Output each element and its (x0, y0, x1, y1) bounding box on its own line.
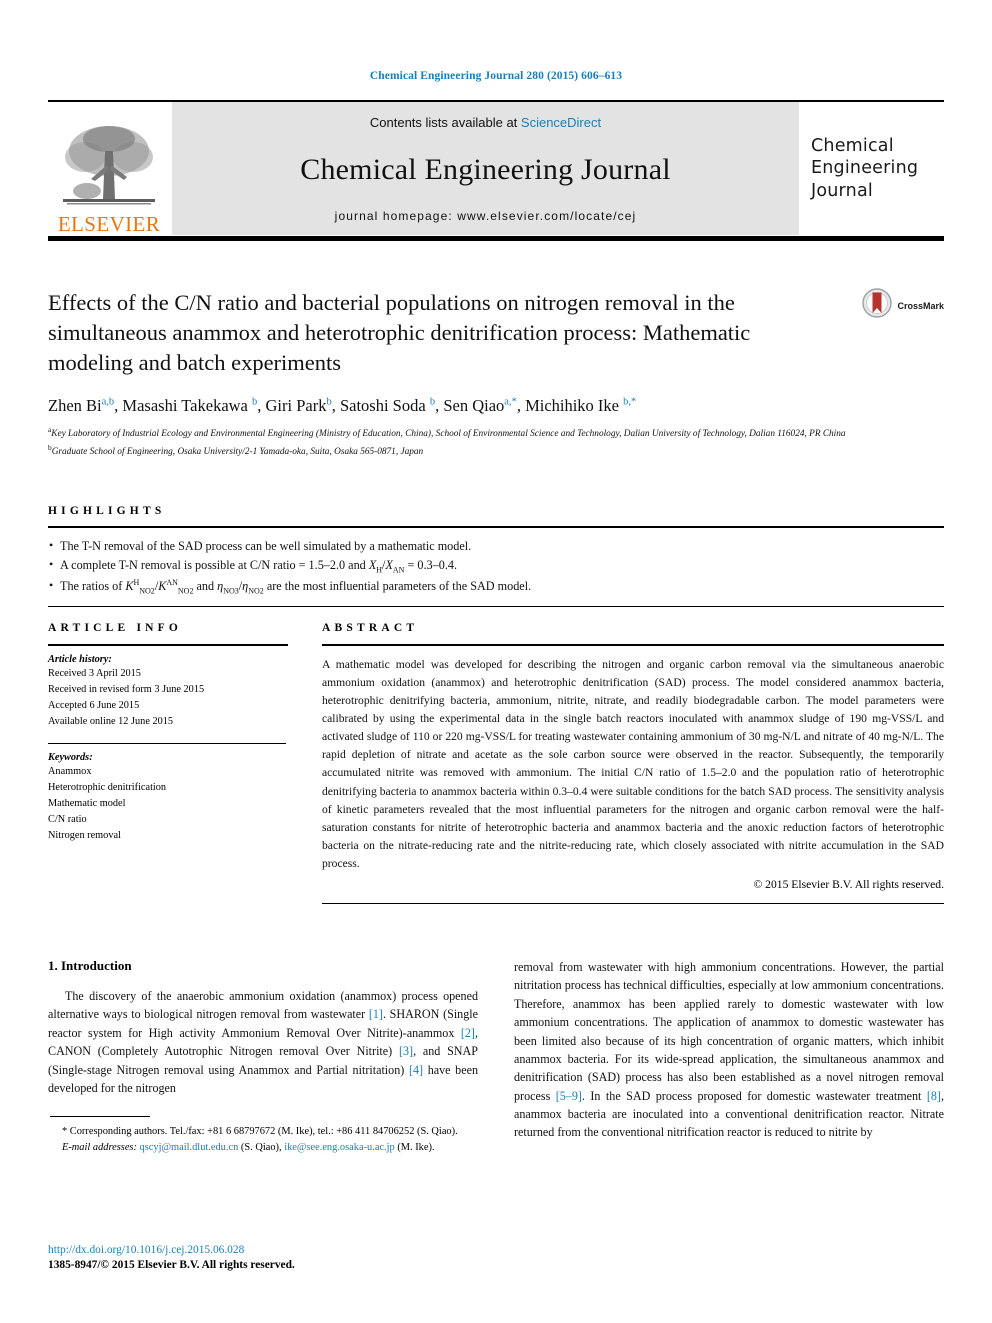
author-6: Michihiko Ike b,* (525, 395, 637, 415)
intro-paragraph-left: The discovery of the anaerobic ammonium … (48, 989, 478, 1095)
citation-ref-8[interactable]: [8] (927, 1089, 941, 1103)
footnote-emails: E-mail addresses: qscyj@mail.dlut.edu.cn… (62, 1141, 435, 1153)
footnote-divider (50, 1116, 150, 1118)
affiliation-b: bGraduate School of Engineering, Osaka U… (48, 443, 424, 458)
author-5: Sen Qiaoa,* (443, 395, 517, 415)
history-accepted: Accepted 6 June 2015 (48, 699, 140, 711)
journal-title: Chemical Engineering Journal (300, 152, 671, 186)
body-right-column: removal from wastewater with high ammoni… (514, 958, 944, 1155)
article-info-heading: ARTICLE INFO (48, 622, 183, 634)
abstract-column: ABSTRACT A mathematic model was develope… (322, 622, 944, 904)
citation-ref-4[interactable]: [4] (409, 1063, 423, 1077)
citation-ref-1[interactable]: [1] (369, 1007, 383, 1021)
affiliation-a: aKey Laboratory of Industrial Ecology an… (48, 424, 846, 439)
email-label: E-mail addresses: (62, 1141, 137, 1153)
article-info-divider (48, 742, 286, 744)
elsevier-wordmark: ELSEVIER (57, 212, 161, 236)
abstract-heading: ABSTRACT (322, 622, 419, 634)
highlight-item-2: A complete T-N removal is possible at C/… (48, 555, 944, 577)
journal-masthead: ELSEVIER Contents lists available at Sci… (48, 100, 944, 237)
issn-copyright: 1385-8947/© 2015 Elsevier B.V. All right… (48, 1259, 295, 1272)
footnote-corresponding-authors: * Corresponding authors. Tel./fax: +81 6… (62, 1126, 458, 1138)
keyword-3: Mathematic model (48, 797, 126, 809)
crossmark-badge[interactable]: CrossMark (862, 288, 944, 323)
article-history-label: Article history: (48, 654, 112, 665)
masthead-center-panel: Contents lists available at ScienceDirec… (172, 102, 799, 235)
author-1: Zhen Bia,b (48, 395, 115, 415)
highlights-bottom-rule (48, 606, 944, 608)
doi-link[interactable]: http://dx.doi.org/10.1016/j.cej.2015.06.… (48, 1243, 478, 1258)
cej-logo-line-2: Engineering (811, 158, 919, 179)
author-4: Satoshi Soda b (339, 395, 436, 415)
body-left-column: 1. Introduction The discovery of the ana… (48, 958, 478, 1155)
crossmark-label: CrossMark (897, 300, 944, 311)
highlights-heading: HIGHLIGHTS (48, 505, 166, 517)
keyword-2: Heterotrophic denitrification (48, 781, 167, 793)
history-online: Available online 12 June 2015 (48, 715, 174, 727)
history-received: Received 3 April 2015 (48, 668, 141, 679)
contents-prefix: Contents lists available at (369, 115, 521, 130)
journal-cover-logo: Chemical Engineering Journal (799, 102, 944, 235)
author-2: Masashi Takekawa b (122, 395, 258, 415)
abstract-text: A mathematic model was developed for des… (322, 658, 944, 870)
page-footer: http://dx.doi.org/10.1016/j.cej.2015.06.… (48, 1243, 478, 1274)
sciencedirect-link[interactable]: ScienceDirect (521, 115, 601, 130)
journal-homepage-line[interactable]: journal homepage: www.elsevier.com/locat… (335, 209, 637, 223)
citation-ref-2[interactable]: [2] (461, 1026, 475, 1040)
author-list: Zhen Bia,b, Masashi Takekawa b, Giri Par… (48, 395, 637, 415)
abstract-top-rule (322, 644, 944, 646)
article-info-rule (48, 644, 288, 646)
keyword-5: Nitrogen removal (48, 829, 121, 841)
highlights-list: The T-N removal of the SAD process can b… (48, 528, 944, 606)
body-columns: 1. Introduction The discovery of the ana… (48, 958, 944, 1155)
intro-paragraph-right: removal from wastewater with high ammoni… (514, 960, 944, 1140)
abstract-bottom-rule (322, 902, 944, 904)
email-link-qiao[interactable]: qscyj@mail.dlut.edu.cn (140, 1142, 239, 1153)
contents-available-line: Contents lists available at ScienceDirec… (370, 115, 601, 130)
history-revised: Received in revised form 3 June 2015 (48, 683, 205, 695)
crossmark-icon (862, 288, 893, 323)
highlights-section: HIGHLIGHTS The T-N removal of the SAD pr… (48, 505, 944, 608)
title-block: Effects of the C/N ratio and bacterial p… (48, 288, 944, 460)
masthead-bottom-rule (48, 236, 944, 241)
citation-ref-5-9[interactable]: [5–9] (556, 1089, 582, 1103)
journal-article-first-page: Chemical Engineering Journal 280 (2015) … (0, 0, 992, 1323)
keyword-1: Anammox (48, 765, 92, 777)
highlight-item-1: The T-N removal of the SAD process can b… (48, 536, 944, 556)
cej-logo-line-3: Journal (811, 180, 873, 201)
keyword-4: C/N ratio (48, 813, 87, 825)
citation-ref-3[interactable]: [3] (399, 1044, 413, 1058)
elsevier-logo: ELSEVIER (48, 102, 170, 235)
cej-logo-line-1: Chemical (811, 135, 894, 156)
keywords-label: Keywords: (48, 751, 93, 763)
highlight-item-3: The ratios of KHNO2/KANNO2 and ηNO3/ηNO2… (48, 576, 944, 598)
email-link-ike[interactable]: ike@see.eng.osaka-u.ac.jp (284, 1142, 395, 1153)
section-heading-introduction: 1. Introduction (48, 958, 132, 973)
running-head: Chemical Engineering Journal 280 (2015) … (369, 70, 623, 82)
info-and-abstract: ARTICLE INFO Article history: Received 3… (48, 622, 944, 904)
author-3: Giri Parkb (265, 395, 332, 415)
article-info-column: ARTICLE INFO Article history: Received 3… (48, 622, 288, 904)
page-title: Effects of the C/N ratio and bacterial p… (48, 290, 751, 375)
abstract-copyright: © 2015 Elsevier B.V. All rights reserved… (753, 877, 944, 891)
elsevier-tree-icon (57, 121, 161, 213)
